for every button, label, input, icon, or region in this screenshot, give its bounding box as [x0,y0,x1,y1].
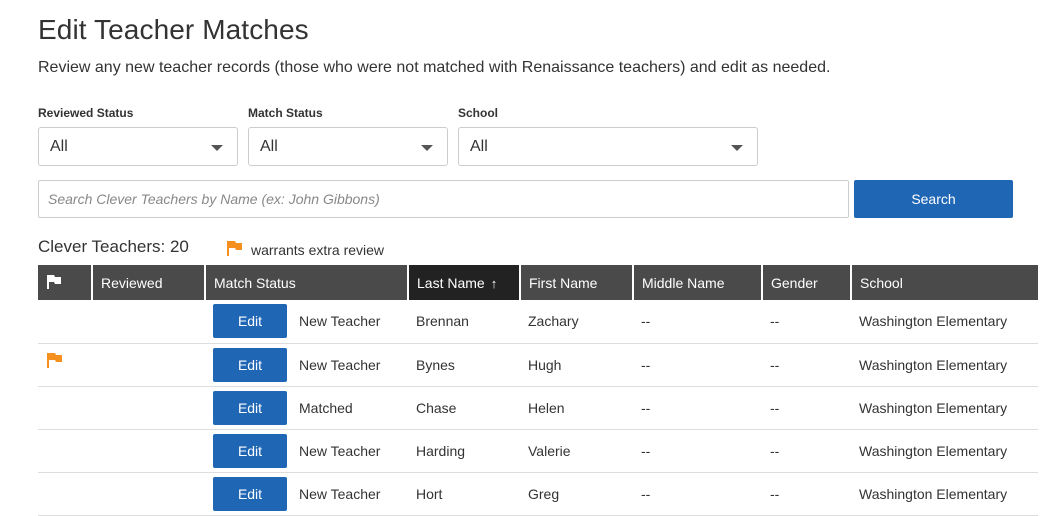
reviewed-status-value: All [50,138,68,155]
match-status-text: New Teacher [299,485,381,502]
gender-cell: -- [762,343,851,387]
last-name-cell: Hort [408,472,520,516]
match-status-cell: Edit New Teacher [205,429,408,473]
school-cell: Washington Elementary [851,472,1038,516]
school-column-header[interactable]: School [851,265,1038,300]
table-row: Edit New Teacher Bynes Hugh -- -- Washington E… [38,343,1038,387]
flag-cell [38,386,92,430]
caret-down-icon [211,145,223,151]
reviewed-column-header[interactable]: Reviewed [92,265,206,300]
first-name-cell: Helen [520,386,633,430]
reviewed-status-filter: Reviewed Status All [38,106,238,166]
reviewed-cell [92,429,205,473]
match-status-column-header[interactable]: Match Status [205,265,409,300]
reviewed-cell [92,300,205,344]
gender-column-header[interactable]: Gender [762,265,852,300]
school-cell: Washington Elementary [851,300,1038,344]
middle-name-cell: -- [633,300,762,344]
match-status-cell: Edit New Teacher [205,343,408,387]
match-status-cell: Edit New Teacher [205,472,408,516]
edit-button[interactable]: Edit [213,433,287,468]
last-name-cell: Brennan [408,300,520,344]
middle-name-cell: -- [633,386,762,430]
match-status-select[interactable]: All [248,127,448,166]
search-button[interactable]: Search [854,180,1013,218]
reviewed-cell [92,472,205,516]
match-status-cell: Edit New Teacher [205,300,408,344]
reviewed-cell [92,343,205,387]
page-title: Edit Teacher Matches [38,14,309,45]
match-status-value: All [260,138,278,155]
gender-cell: -- [762,300,851,344]
match-status-text: New Teacher [299,356,381,373]
reviewed-status-select[interactable]: All [38,127,238,166]
table-row: Edit New Teacher Harding Valerie -- -- Washing… [38,429,1038,473]
match-status-text: Matched [299,399,353,416]
page-description: Review any new teacher records (those wh… [38,59,831,76]
gender-cell: -- [762,472,851,516]
caret-down-icon [731,145,743,151]
gender-cell: -- [762,386,851,430]
last-name-cell: Chase [408,386,520,430]
flag-cell [38,343,92,387]
flag-cell [38,429,92,473]
school-value: All [470,138,488,155]
school-cell: Washington Elementary [851,343,1038,387]
school-filter: School All [458,106,758,166]
teacher-count: Clever Teachers: 20 [38,237,189,256]
last-name-cell: Bynes [408,343,520,387]
edit-button[interactable]: Edit [213,390,287,425]
flag-cell [38,300,92,344]
match-status-filter: Match Status All [248,106,448,166]
edit-button[interactable]: Edit [213,304,287,339]
gender-cell: -- [762,429,851,473]
match-status-label: Match Status [248,106,323,120]
middle-name-cell: -- [633,472,762,516]
school-cell: Washington Elementary [851,429,1038,473]
edit-button[interactable]: Edit [213,476,287,511]
reviewed-cell [92,386,205,430]
last-name-cell: Harding [408,429,520,473]
school-label: School [458,106,499,120]
middle-name-cell: -- [633,343,762,387]
flag-legend-text: warrants extra review [251,241,385,258]
table-row: Edit New Teacher Hort Greg -- -- Washington El… [38,472,1038,516]
school-select[interactable]: All [458,127,758,166]
last-name-column-header[interactable]: Last Name ↑ [408,265,521,300]
caret-down-icon [421,145,433,151]
flag-icon [46,274,62,292]
first-name-column-header[interactable]: First Name [520,265,634,300]
first-name-cell: Greg [520,472,633,516]
school-cell: Washington Elementary [851,386,1038,430]
edit-button[interactable]: Edit [213,347,287,382]
middle-name-column-header[interactable]: Middle Name [633,265,763,300]
flag-column-header[interactable] [38,265,93,300]
flag-legend: warrants extra review [226,240,384,259]
search-input[interactable] [38,180,849,218]
table-row: Edit New Teacher Brennan Zachary -- -- Washing… [38,300,1038,344]
first-name-cell: Zachary [520,300,633,344]
match-status-text: New Teacher [299,313,381,330]
match-status-cell: Edit Matched [205,386,408,430]
last-name-header-label: Last Name [417,274,485,291]
first-name-cell: Hugh [520,343,633,387]
arrow-up-icon: ↑ [490,275,498,291]
table-header-row: Reviewed Match Status Last Name ↑ First N… [38,265,1038,300]
middle-name-cell: -- [633,429,762,473]
flag-cell [38,472,92,516]
teachers-table: Reviewed Match Status Last Name ↑ First N… [38,265,1038,516]
match-status-text: New Teacher [299,442,381,459]
first-name-cell: Valerie [520,429,633,473]
table-row: Edit Matched Chase Helen -- -- Washington Elem… [38,386,1038,430]
flag-icon [46,352,63,371]
reviewed-status-label: Reviewed Status [38,106,134,120]
flag-icon [226,240,243,259]
